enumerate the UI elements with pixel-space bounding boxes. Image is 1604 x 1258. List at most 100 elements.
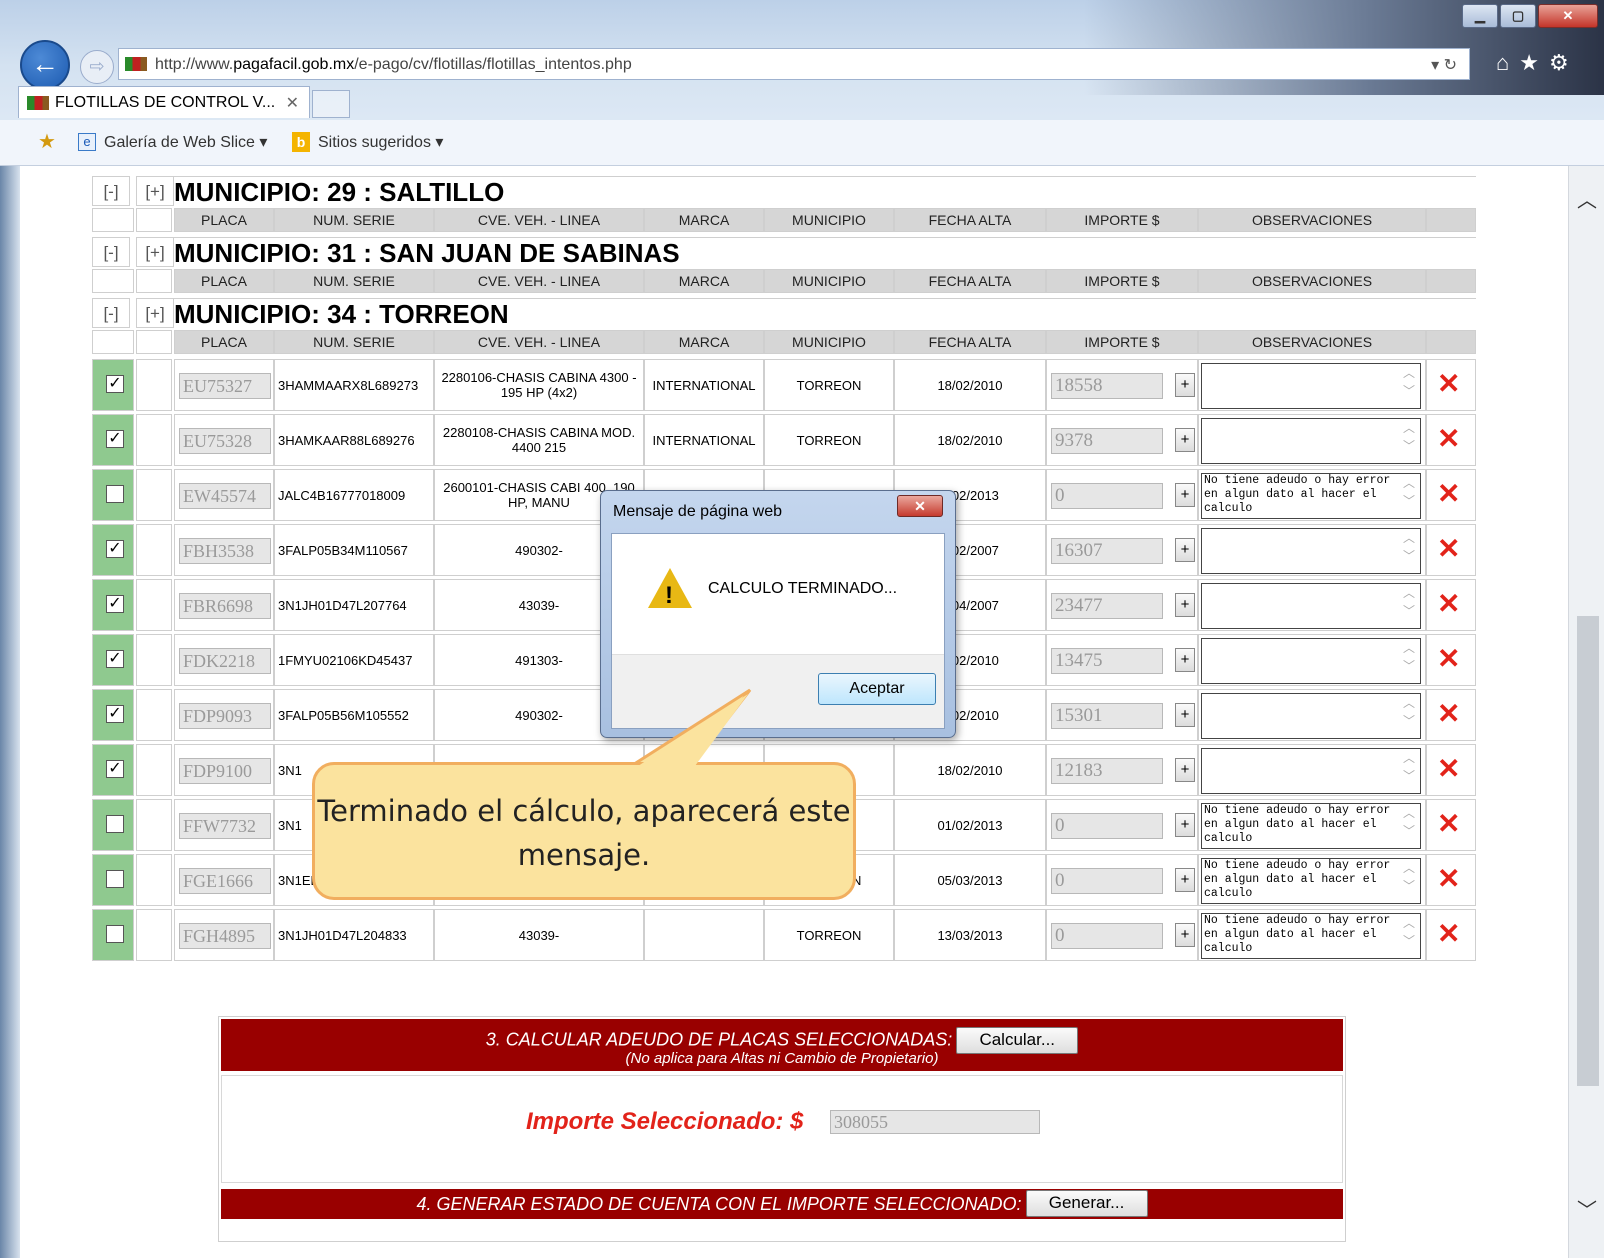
home-icon[interactable]: ⌂	[1496, 50, 1519, 75]
blank-cell	[136, 744, 172, 796]
suggested-sites-link[interactable]: Sitios sugeridos ▾	[318, 132, 443, 152]
row-checkbox[interactable]	[106, 870, 124, 888]
column-header: MARCA	[644, 330, 764, 354]
select-cell: ✓	[92, 414, 134, 466]
row-checkbox[interactable]: ✓	[106, 760, 124, 778]
delete-icon[interactable]: ✕	[1437, 920, 1460, 948]
observaciones-field[interactable]	[1201, 418, 1421, 464]
add-importe-button[interactable]: +	[1175, 538, 1195, 562]
column-header: FECHA ALTA	[894, 208, 1046, 232]
marca-text	[645, 910, 763, 960]
marca-text: INTERNATIONAL	[652, 432, 756, 448]
add-importe-button[interactable]: +	[1175, 758, 1195, 782]
add-favorites-icon[interactable]: ★	[38, 129, 56, 154]
row-checkbox[interactable]: ✓	[106, 650, 124, 668]
marca-cell	[644, 909, 764, 961]
row-checkbox[interactable]	[106, 485, 124, 503]
window-close-button[interactable]: ✕	[1538, 4, 1598, 28]
observaciones-field[interactable]: No tiene adeudo o hay error en algun dat…	[1201, 913, 1421, 959]
row-checkbox[interactable]: ✓	[106, 430, 124, 448]
column-header: OBSERVACIONES	[1198, 330, 1426, 354]
row-checkbox[interactable]: ✓	[106, 540, 124, 558]
delete-cell: ✕	[1426, 689, 1476, 741]
row-checkbox[interactable]: ✓	[106, 595, 124, 613]
importe-field: 23477	[1051, 593, 1163, 619]
maximize-button[interactable]: ▢	[1500, 4, 1536, 28]
dialog-close-icon[interactable]: ✕	[897, 495, 943, 517]
browser-tab[interactable]: FLOTILLAS DE CONTROL V... ✕	[18, 86, 310, 118]
vertical-scrollbar[interactable]: ︿ ﹀	[1568, 166, 1604, 1258]
new-tab-button[interactable]	[312, 90, 350, 118]
delete-icon[interactable]: ✕	[1437, 700, 1460, 728]
marca-cell: INTERNATIONAL	[644, 414, 764, 466]
delete-icon[interactable]: ✕	[1437, 810, 1460, 838]
expand-toggle[interactable]: [+]	[136, 298, 174, 328]
municipio-title: MUNICIPIO: 34 : TORREON	[174, 298, 1476, 329]
address-url[interactable]: http://www.pagafacil.gob.mx/e-pago/cv/fl…	[155, 56, 632, 74]
scroll-down-icon[interactable]: ﹀	[1569, 1194, 1604, 1222]
observaciones-field[interactable]	[1201, 748, 1421, 794]
blank-cell	[136, 579, 172, 631]
row-checkbox[interactable]: ✓	[106, 375, 124, 393]
add-importe-button[interactable]: +	[1175, 373, 1195, 397]
observaciones-field[interactable]	[1201, 583, 1421, 629]
observaciones-field[interactable]	[1201, 693, 1421, 739]
collapse-toggle[interactable]: [-]	[92, 237, 130, 267]
scroll-thumb[interactable]	[1577, 616, 1599, 1086]
delete-icon[interactable]: ✕	[1437, 590, 1460, 618]
importe-area: Importe Seleccionado: $ 308055	[221, 1075, 1343, 1183]
row-checkbox[interactable]	[106, 815, 124, 833]
tools-gear-icon[interactable]: ⚙	[1549, 50, 1579, 75]
blank-cell	[136, 634, 172, 686]
observaciones-field[interactable]: No tiene adeudo o hay error en algun dat…	[1201, 803, 1421, 849]
expand-toggle[interactable]: [+]	[136, 237, 174, 267]
delete-icon[interactable]: ✕	[1437, 865, 1460, 893]
refresh-icon[interactable]: ▾ ↻	[1431, 55, 1457, 75]
add-importe-button[interactable]: +	[1175, 868, 1195, 892]
collapse-toggle[interactable]: [-]	[92, 298, 130, 328]
delete-icon[interactable]: ✕	[1437, 645, 1460, 673]
marca-text: INTERNATIONAL	[652, 377, 756, 393]
add-importe-button[interactable]: +	[1175, 703, 1195, 727]
favorites-star-icon[interactable]: ★	[1519, 50, 1549, 75]
observaciones-field[interactable]	[1201, 363, 1421, 409]
scroll-arrows-icon: ︿ ﹀	[1402, 366, 1415, 398]
delete-icon[interactable]: ✕	[1437, 535, 1460, 563]
add-importe-button[interactable]: +	[1175, 483, 1195, 507]
fecha-text: 18/02/2010	[937, 432, 1003, 448]
row-checkbox[interactable]: ✓	[106, 705, 124, 723]
collapse-toggle[interactable]: [-]	[92, 176, 130, 206]
serie-text: 3HAMMAARX8L689273	[278, 377, 419, 393]
back-arrow-icon[interactable]: ←	[20, 40, 70, 90]
add-importe-button[interactable]: +	[1175, 593, 1195, 617]
add-importe-button[interactable]: +	[1175, 648, 1195, 672]
aceptar-button[interactable]: Aceptar	[818, 673, 936, 705]
tab-close-icon[interactable]: ✕	[286, 93, 299, 113]
placa-cell: EU75327	[174, 359, 274, 411]
blank-cell	[136, 854, 172, 906]
obs-cell: ︿ ﹀	[1198, 524, 1426, 576]
forward-arrow-icon[interactable]: ⇨	[80, 50, 114, 84]
placa-cell: FBH3538	[174, 524, 274, 576]
delete-icon[interactable]: ✕	[1437, 480, 1460, 508]
row-checkbox[interactable]	[106, 925, 124, 943]
delete-icon[interactable]: ✕	[1437, 755, 1460, 783]
expand-toggle[interactable]: [+]	[136, 176, 174, 206]
add-importe-button[interactable]: +	[1175, 813, 1195, 837]
minimize-button[interactable]: ▁	[1462, 4, 1498, 28]
scroll-up-icon[interactable]: ︿	[1569, 184, 1604, 212]
generar-button[interactable]: Generar...	[1025, 1190, 1148, 1218]
delete-icon[interactable]: ✕	[1437, 425, 1460, 453]
add-importe-button[interactable]: +	[1175, 428, 1195, 452]
observaciones-field[interactable]	[1201, 528, 1421, 574]
importe-field: 0	[1051, 483, 1163, 509]
observaciones-field[interactable]: No tiene adeudo o hay error en algun dat…	[1201, 473, 1421, 519]
address-bar[interactable]: http://www.pagafacil.gob.mx/e-pago/cv/fl…	[118, 48, 1470, 80]
observaciones-field[interactable]: No tiene adeudo o hay error en algun dat…	[1201, 858, 1421, 904]
webslice-gallery-link[interactable]: Galería de Web Slice ▾	[104, 132, 267, 152]
add-importe-button[interactable]: +	[1175, 923, 1195, 947]
delete-icon[interactable]: ✕	[1437, 370, 1460, 398]
header-blank-cell	[92, 269, 134, 293]
observaciones-field[interactable]	[1201, 638, 1421, 684]
instruction-callout: Terminado el cálculo, aparecerá este men…	[312, 762, 856, 900]
